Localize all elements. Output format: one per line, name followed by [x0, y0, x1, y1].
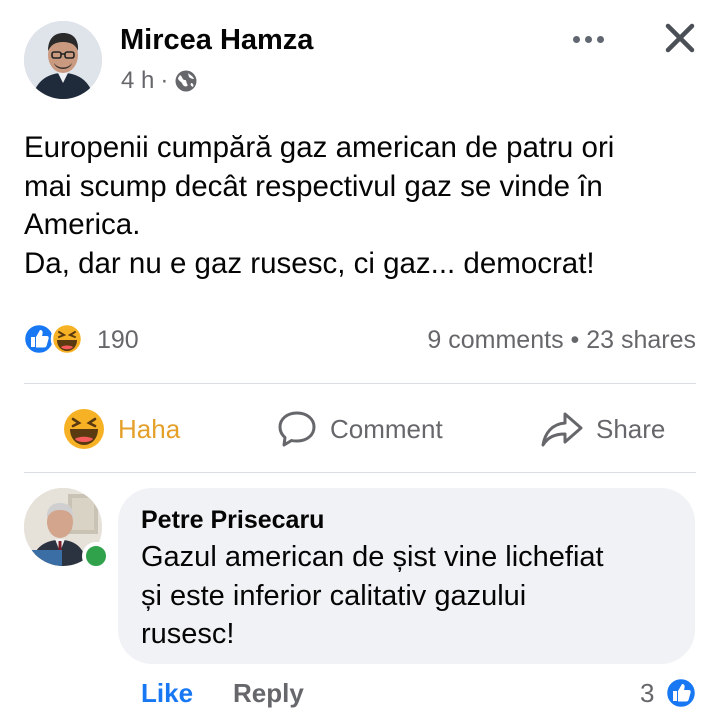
author-avatar[interactable] [24, 21, 102, 99]
comment-icon [278, 411, 316, 447]
comment-text: Gazul american de șist vine lichefiat și… [141, 538, 681, 654]
comment-text-line: și este inferior calitativ gazului [141, 579, 527, 612]
post-meta: 4 h · [121, 67, 198, 95]
post-header: Mircea Hamza 4 h · [0, 0, 720, 110]
comment-like-button[interactable]: Like [141, 678, 193, 709]
online-status-indicator [82, 542, 110, 570]
globe-icon [174, 69, 198, 93]
divider [24, 472, 696, 473]
post-text-line: Da, dar nu e gaz rusesc, ci gaz... democ… [24, 246, 595, 280]
haha-icon [64, 409, 104, 449]
commenter-name[interactable]: Petre Prisecaru [141, 506, 324, 535]
post-text: Europenii cumpără gaz american de patru … [24, 129, 704, 283]
comment-like-count[interactable]: 3 [640, 678, 654, 709]
action-bar: Haha Comment Share [0, 392, 720, 466]
comment-reply-button[interactable]: Reply [233, 678, 304, 709]
close-icon[interactable] [660, 18, 700, 58]
reaction-summary[interactable] [22, 322, 92, 356]
comment-label: Comment [330, 413, 443, 444]
post-text-line: America. [24, 208, 141, 241]
more-options-icon[interactable] [566, 24, 610, 54]
like-reaction-icon [22, 322, 56, 356]
haha-button[interactable]: Haha [62, 392, 180, 466]
comment-button[interactable]: Comment [276, 392, 443, 466]
share-label: Share [596, 413, 666, 444]
comment-text-line: Gazul american de șist vine lichefiat [141, 541, 604, 573]
comment-text-line: rusesc! [141, 618, 235, 650]
divider [24, 383, 696, 384]
comment-actions: Like Reply 3 [0, 674, 720, 714]
post-time[interactable]: 4 h [121, 67, 154, 95]
comments-shares-count[interactable]: 9 comments • 23 shares [427, 326, 696, 355]
haha-reaction-icon [50, 322, 84, 356]
haha-label: Haha [118, 413, 181, 444]
post-text-line: Europenii cumpără gaz american de patru … [24, 131, 615, 164]
meta-separator: · [160, 67, 169, 94]
post-stats: 190 9 comments • 23 shares [0, 318, 720, 362]
post-text-line: mai scump decât respectivul gaz se vinde… [24, 169, 603, 203]
like-reaction-icon[interactable] [664, 676, 698, 710]
reaction-count[interactable]: 190 [97, 326, 139, 355]
share-button[interactable]: Share [540, 392, 665, 466]
share-icon [541, 412, 583, 447]
author-name[interactable]: Mircea Hamza [120, 24, 313, 57]
